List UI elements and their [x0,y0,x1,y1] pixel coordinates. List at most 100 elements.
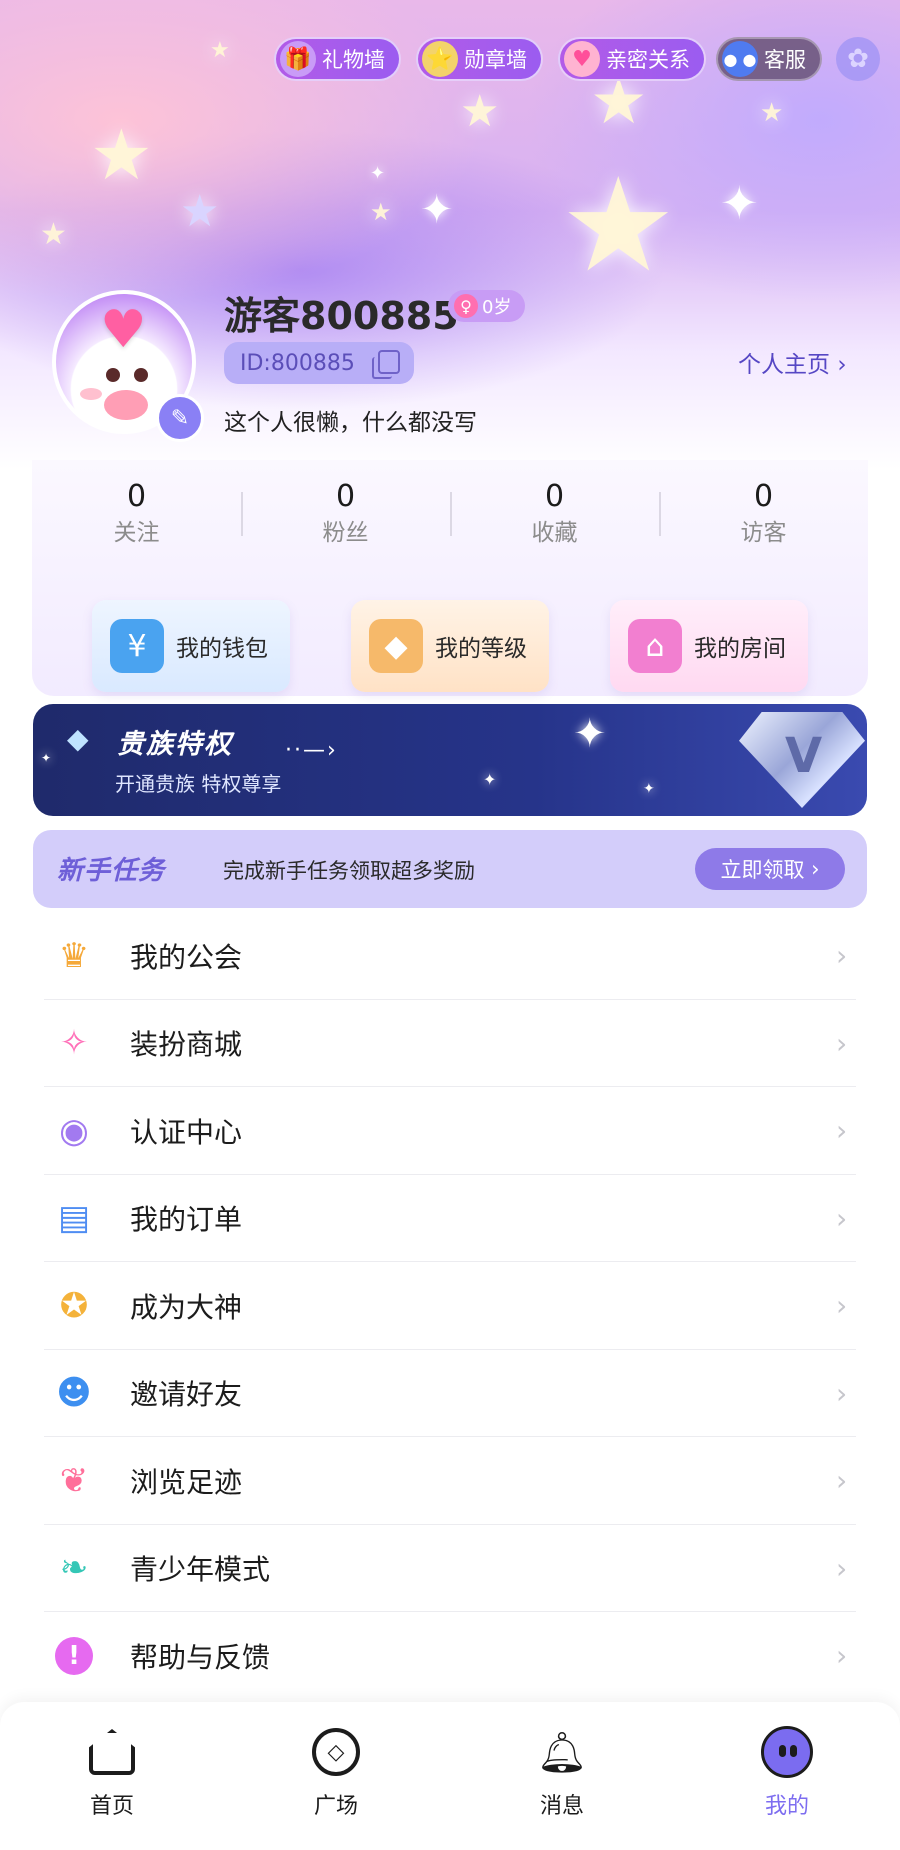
stat-value: 0 [753,479,774,514]
menu-item-orders[interactable]: ▤ 我的订单 › [0,1175,900,1262]
mine-mascot-icon [759,1724,815,1780]
username: 游客800885 [224,294,459,338]
chat-bot-icon: ● ● [722,41,758,77]
chevron-right-icon: › [836,1639,848,1673]
stat-label: 访客 [740,520,787,546]
sparkle-decoration: ✦ [41,751,52,765]
medal-wall-button[interactable]: ⭐ 勋章墙 [416,37,543,81]
crown-icon: ♛ [58,935,90,976]
intimacy-label: 亲密关系 [606,48,690,72]
room-button[interactable]: ⌂ 我的房间 [610,600,808,692]
tab-mine[interactable]: 我的 [727,1724,847,1820]
star-decoration: ★ [210,38,230,63]
star-decoration: ★ [370,198,392,226]
tab-messages[interactable]: 🔔︎ 消息 [502,1724,622,1820]
chevron-right-icon: › [836,1376,848,1410]
chevron-right-icon: › [836,1464,848,1498]
chevron-right-icon: › [837,352,847,378]
newbie-task-title: 新手任务 [57,856,166,886]
chevron-right-icon: › [836,1289,848,1323]
copy-icon[interactable] [372,350,400,379]
user-bio: 这个人很懒，什么都没写 [224,410,477,436]
chevron-right-icon: › [836,1114,848,1148]
sparkle-decoration: ✦ [420,187,454,233]
house-icon: ⌂ [628,619,682,673]
intimacy-button[interactable]: ♥ 亲密关系 [558,37,706,81]
money-bag-icon: ¥ [110,619,164,673]
tab-home[interactable]: 首页 [52,1724,172,1820]
menu-item-label: 认证中心 [130,1115,243,1149]
gift-box-icon: 🎁 [280,41,316,77]
avatar-eye [134,368,148,382]
menu-item-invite-friends[interactable]: ☻ 邀请好友 › [0,1350,900,1437]
stat-fans[interactable]: 0 粉丝 [241,478,450,558]
menu-item-youth-mode[interactable]: ❧ 青少年模式 › [0,1525,900,1612]
level-button[interactable]: ◆ 我的等级 [351,600,549,692]
footprint-icon: ❦ [59,1460,89,1501]
sparkle-decoration: ✦ [483,770,497,789]
avatar-nose [104,390,148,420]
edit-pencil-icon[interactable]: ✎ [156,394,204,442]
user-id-pill[interactable]: ID:800885 [224,342,414,384]
menu-item-guild[interactable]: ♛ 我的公会 › [0,912,900,1000]
menu-item-label: 青少年模式 [130,1553,271,1587]
menu-item-label: 帮助与反馈 [130,1640,271,1674]
menu-item-become-master[interactable]: ✪ 成为大神 › [0,1262,900,1350]
menu-item-label: 邀请好友 [130,1378,243,1412]
compass-icon: ◇ [308,1724,364,1780]
menu-item-verification[interactable]: ◉ 认证中心 › [0,1087,900,1175]
claim-reward-button[interactable]: 立即领取 › [695,848,845,890]
arrow-line-icon: ··—› [285,738,338,763]
noble-privilege-banner[interactable]: ◆ 贵族特权 ··—› 开通贵族 特权尊享 ✦ ✦ ✦ ✦ V [33,704,867,816]
stat-following[interactable]: 0 关注 [32,478,241,558]
stat-favorites[interactable]: 0 收藏 [450,478,659,558]
quick-actions-row: ¥ 我的钱包 ◆ 我的等级 ⌂ 我的房间 [32,600,868,692]
menu-item-dress-shop[interactable]: ✧ 装扮商城 › [0,1000,900,1087]
diamond-icon: ◆ [67,722,89,755]
stat-label: 关注 [113,520,160,546]
menu-item-label: 装扮商城 [130,1028,243,1062]
wallet-button[interactable]: ¥ 我的钱包 [92,600,290,692]
menu-item-help-feedback[interactable]: ! 帮助与反馈 › [0,1612,900,1700]
chevron-right-icon: › [836,1026,848,1060]
medal-wall-label: 勋章墙 [464,48,527,72]
noble-title: 贵族特权 [117,729,233,760]
home-icon [84,1724,140,1780]
menu-item-footprints[interactable]: ❦ 浏览足迹 › [0,1437,900,1525]
vip-v-icon: V [785,728,823,784]
avatar-blush [80,388,102,400]
star-decoration: ★ [180,186,220,237]
stat-visitors[interactable]: 0 访客 [659,478,868,558]
chevron-right-icon: › [836,939,848,973]
tab-label: 消息 [539,1794,584,1819]
customer-service-label: 客服 [764,48,806,72]
stats-row: 0 关注 0 粉丝 0 收藏 0 访客 [32,478,868,558]
stat-value: 0 [335,479,356,514]
user-id-text: ID:800885 [240,350,355,376]
gift-wall-label: 礼物墙 [322,48,385,72]
settings-gear-icon[interactable]: ✿ [836,37,880,81]
diamond-level-icon: ◆ [369,619,423,673]
chevron-right-icon: › [836,1201,848,1235]
tab-square[interactable]: ◇ 广场 [276,1724,396,1820]
star-decoration: ★ [560,149,677,301]
age-label: 0岁 [482,297,512,318]
sparkle-decoration: ✦ [573,711,607,757]
medal-icon: ◉ [59,1110,89,1151]
tab-label: 我的 [764,1794,809,1819]
menu-item-label: 成为大神 [130,1290,243,1324]
wallet-label: 我的钱包 [176,636,268,662]
bell-icon: 🔔︎ [536,1729,588,1776]
level-label: 我的等级 [435,636,527,662]
avatar-heart-icon: ♥ [100,300,147,360]
badge-icon: ✪ [59,1285,89,1326]
homepage-link-label: 个人主页 [738,352,830,378]
newbie-task-banner: 新手任务 完成新手任务领取超多奖励 立即领取 › [33,830,867,908]
claim-reward-label: 立即领取 [720,858,805,882]
stat-label: 粉丝 [322,520,369,546]
invite-friend-icon: ☻ [56,1373,92,1414]
bottom-tab-bar: 首页 ◇ 广场 🔔︎ 消息 我的 [0,1702,900,1850]
homepage-link[interactable]: 个人主页 › [738,345,847,379]
customer-service-button[interactable]: ● ● 客服 [716,37,822,81]
gift-wall-button[interactable]: 🎁 礼物墙 [274,37,401,81]
